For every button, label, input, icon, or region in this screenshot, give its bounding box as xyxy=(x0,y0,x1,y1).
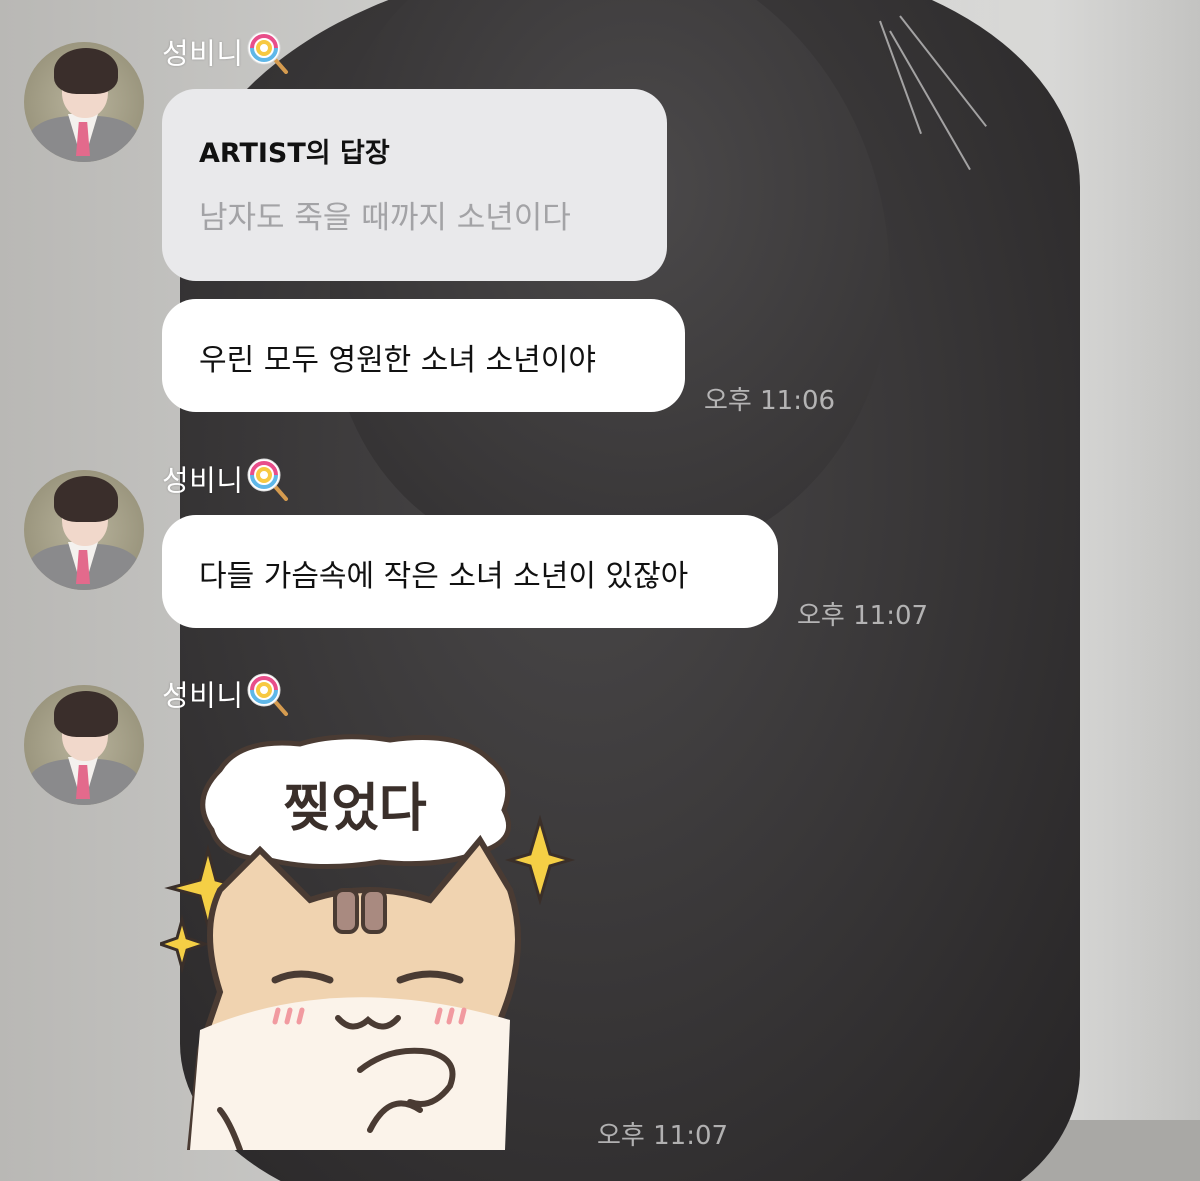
reply-quote: 남자도 죽을 때까지 소년이다 xyxy=(199,200,571,236)
sparkle-icon xyxy=(504,814,576,906)
chat-thread[interactable]: 성비니 ARTIST의 답장 남자도 죽을 때까지 소년이다 우린 모두 영원한… xyxy=(0,0,1200,1181)
cat-sticker[interactable]: 찢었다 xyxy=(155,730,580,1153)
sender-name-text: 성비니 xyxy=(162,463,244,498)
message-bubble[interactable]: 다들 가슴속에 작은 소녀 소년이 있잖아 xyxy=(162,515,778,628)
sender-name: 성비니 xyxy=(162,672,290,723)
message-text: 다들 가슴속에 작은 소녀 소년이 있잖아 xyxy=(199,559,689,594)
reply-label: ARTIST의 답장 xyxy=(199,138,390,169)
lollipop-icon xyxy=(246,30,290,81)
avatar[interactable] xyxy=(24,42,144,162)
message-bubble[interactable]: 우린 모두 영원한 소녀 소년이야 xyxy=(162,299,685,412)
message-time: 오후 11:07 xyxy=(797,601,929,631)
message-text: 우린 모두 영원한 소녀 소년이야 xyxy=(199,343,596,378)
reply-bubble[interactable]: ARTIST의 답장 남자도 죽을 때까지 소년이다 xyxy=(162,89,667,281)
message-time: 오후 11:06 xyxy=(704,386,836,416)
message-time: 오후 11:07 xyxy=(597,1121,729,1151)
avatar[interactable] xyxy=(24,685,144,805)
sender-name: 성비니 xyxy=(162,457,290,508)
sender-name-text: 성비니 xyxy=(162,678,244,713)
sparkle-icon xyxy=(155,914,210,974)
lollipop-icon xyxy=(246,672,290,723)
avatar[interactable] xyxy=(24,470,144,590)
sender-name-text: 성비니 xyxy=(162,36,244,71)
lollipop-icon xyxy=(246,457,290,508)
sender-name: 성비니 xyxy=(162,30,290,81)
sticker-text: 찢었다 xyxy=(283,779,427,839)
